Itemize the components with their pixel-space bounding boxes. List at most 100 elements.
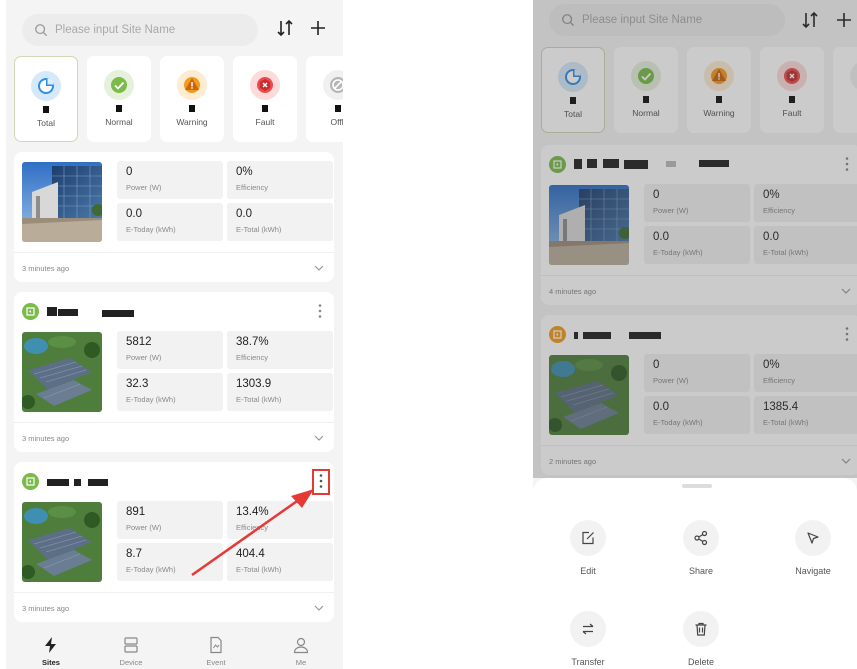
tab-device[interactable]: Device [101,636,161,667]
transfer-icon [582,623,594,635]
chevron-down-icon[interactable] [314,603,324,613]
status-count [233,102,297,114]
metric-value: 5812 [126,336,152,348]
trash-icon [695,622,707,636]
header: Please input Site Name [6,0,343,46]
site-photo [22,332,102,412]
metric-label: Power (W) [126,353,162,362]
metric-power: 0 Power (W) [117,161,223,199]
divider [14,252,334,253]
status-label: Fault [255,117,275,127]
transfer-button[interactable]: Transfer [553,611,623,667]
sites-screen-action-sheet: Please input Site Name Total Normal Warnin… [533,0,857,669]
metric-value: 0% [236,166,253,178]
metric-label: E-Today (kWh) [126,395,176,404]
tab-sites[interactable]: Sites [16,636,86,667]
metric-label: E-Today (kWh) [126,565,176,574]
status-card-total[interactable]: Total [14,56,78,142]
status-card-fault[interactable]: Fault [233,56,297,142]
metric-value: 891 [126,506,146,518]
site-photo [22,162,102,242]
metric-value: 8.7 [126,548,142,560]
tab-event[interactable]: Event [186,636,246,667]
pie-chart-icon [31,71,61,101]
metric-power: 5812 Power (W) [117,331,223,369]
inverter-icon [26,307,35,316]
user-icon [293,637,309,654]
chevron-down-icon[interactable] [314,433,324,443]
metric-e-today: 8.7 E-Today (kWh) [117,543,223,581]
metric-label: E-Total (kWh) [236,395,282,404]
check-icon [104,70,134,100]
sites-screen: Please input Site Name Total Normal Warnin… [6,0,343,669]
metric-e-total: 0.0 E-Total (kWh) [227,203,333,241]
chevron-down-icon[interactable] [314,263,324,273]
metric-power: 891 Power (W) [117,501,223,539]
site-card[interactable]: 891 Power (W) 13.4% Efficiency 8.7 E-Today … [14,462,334,622]
redacted-name [47,307,57,316]
status-count [306,102,343,114]
status-card-normal[interactable]: Normal [87,56,151,142]
action-label: Delete [687,657,714,667]
status-label: Offli [330,117,343,127]
site-card[interactable]: 0 Power (W) 0% Efficiency 0.0 E-Today (kWh)… [14,152,334,282]
metric-label: Power (W) [126,183,162,192]
offline-icon [323,70,343,100]
metric-label: E-Total (kWh) [236,565,282,574]
metric-value: 13.4% [236,506,269,518]
site-status-icon [22,303,39,320]
metric-value: 0.0 [126,208,142,220]
status-count [87,102,151,114]
redacted-name [74,479,81,486]
tab-label: Me [295,658,307,667]
status-label: Normal [105,117,133,127]
metric-e-total: 1303.9 E-Total (kWh) [227,373,333,411]
navigate-icon [807,532,819,544]
updated-time: 3 minutes ago [22,434,70,443]
search-icon [35,24,48,37]
more-options-icon[interactable] [316,303,324,319]
share-icon [694,530,708,546]
metric-label: E-Total (kWh) [236,225,282,234]
metric-value: 404.4 [236,548,265,560]
redacted-name [102,310,134,317]
metric-value: 38.7% [236,336,269,348]
site-status-icon [22,473,39,490]
metric-value: 32.3 [126,378,149,390]
site-card[interactable]: 5812 Power (W) 38.7% Efficiency 32.3 E-Toda… [14,292,334,452]
updated-time: 3 minutes ago [22,604,70,613]
navigate-button[interactable]: Navigate [778,520,848,576]
site-photo [22,502,102,582]
metric-efficiency: 38.7% Efficiency [227,331,333,369]
status-count [15,103,77,115]
share-button[interactable]: Share [666,520,736,576]
metric-label: Efficiency [236,183,268,192]
status-card-warning[interactable]: Warning [160,56,224,142]
redacted-name [88,479,108,486]
action-label: Share [688,566,714,576]
sheet-drag-handle[interactable] [682,484,712,488]
delete-button[interactable]: Delete [666,611,736,667]
tab-label: Sites [42,658,60,667]
sort-icon[interactable] [274,17,296,39]
more-options-icon[interactable] [317,473,325,489]
metric-e-today: 32.3 E-Today (kWh) [117,373,223,411]
status-label: Total [37,118,55,128]
updated-time: 3 minutes ago [22,264,70,273]
metric-label: Efficiency [236,523,268,532]
action-sheet: Edit Share Navigate Transfer Delete [533,478,857,669]
plus-icon[interactable] [307,17,329,39]
edit-button[interactable]: Edit [553,520,623,576]
metric-value: 1303.9 [236,378,272,390]
event-icon [210,636,222,654]
status-count [160,102,224,114]
tab-me[interactable]: Me [271,636,331,667]
warning-icon [177,70,207,100]
modal-overlay[interactable] [533,0,857,478]
device-icon [124,637,138,653]
status-label: Warning [176,117,208,127]
metric-label: Power (W) [126,523,162,532]
status-card-offli[interactable]: Offli [306,56,343,142]
search-input[interactable]: Please input Site Name [22,14,258,46]
metric-e-total: 404.4 E-Total (kWh) [227,543,333,581]
